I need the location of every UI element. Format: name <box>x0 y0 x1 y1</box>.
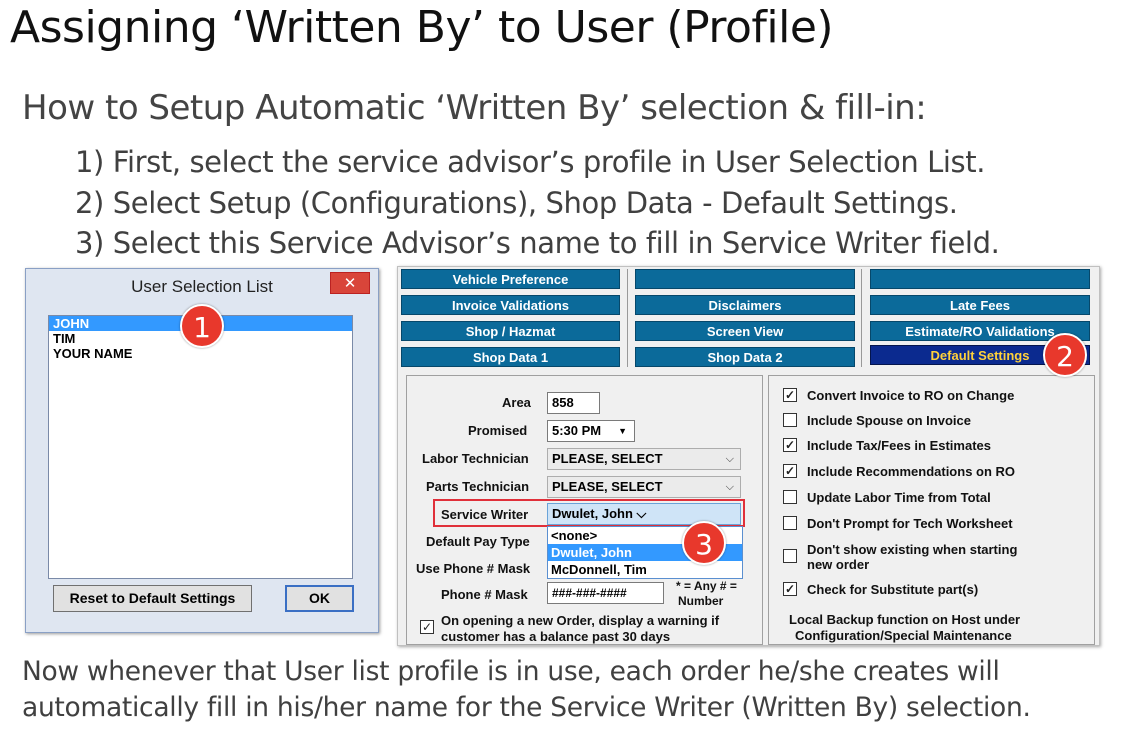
tab-divider <box>627 269 628 367</box>
checkbox-unchecked[interactable] <box>783 516 797 530</box>
user-list[interactable]: JOHN TIM YOUR NAME <box>48 315 353 579</box>
option-label: Don't show existing when starting <box>807 542 1018 557</box>
option-label: Include Tax/Fees in Estimates <box>807 438 991 453</box>
ok-button[interactable]: OK <box>285 585 354 612</box>
phone-mask-label: Phone # Mask <box>441 587 528 602</box>
labor-technician-label: Labor Technician <box>422 451 529 466</box>
phone-mask-input[interactable]: ###-###-#### <box>547 582 664 604</box>
backup-note: Local Backup function on Host under <box>789 612 1021 627</box>
service-writer-value: Dwulet, John <box>552 506 633 521</box>
promised-label: Promised <box>468 423 528 438</box>
tab-shop-data-1[interactable]: Shop Data 1 <box>401 347 620 367</box>
dropdown-arrow-icon: ▼ <box>618 426 627 436</box>
option-label: Check for Substitute part(s) <box>807 582 979 597</box>
slide-footer: Now whenever that User list profile is i… <box>22 654 1031 726</box>
option-label: Update Labor Time from Total <box>807 490 991 505</box>
step-item: 3) Select this Service Advisor’s name to… <box>75 226 1000 260</box>
settings-panel: Vehicle Preference Invoice Validations S… <box>397 266 1100 646</box>
balance-warning-label: customer has a balance past 30 days <box>441 629 671 644</box>
parts-technician-label: Parts Technician <box>426 479 530 494</box>
footer-line: automatically fill in his/her name for t… <box>22 692 1031 723</box>
tab-disclaimers[interactable]: Disclaimers <box>635 295 855 315</box>
phone-mask-hint: * = Any # = <box>676 579 737 593</box>
reset-defaults-button[interactable]: Reset to Default Settings <box>53 585 252 612</box>
close-button[interactable]: ✕ <box>330 272 370 294</box>
phone-mask-hint: Number <box>678 594 724 608</box>
step-item: 1) First, select the service advisor’s p… <box>75 145 986 179</box>
tab-screen-view[interactable]: Screen View <box>635 321 855 341</box>
chevron-down-icon: ⌵ <box>636 506 647 521</box>
step-badge-1: 1 <box>180 304 224 348</box>
tab-divider <box>861 269 862 367</box>
default-pay-type-label: Default Pay Type <box>426 534 530 549</box>
slide-subtitle: How to Setup Automatic ‘Written By’ sele… <box>22 88 927 128</box>
labor-technician-select[interactable]: PLEASE, SELECT ⌵ <box>547 448 741 470</box>
area-input[interactable]: 858 <box>547 392 600 414</box>
use-phone-mask-label: Use Phone # Mask <box>416 561 531 576</box>
option-label: Include Spouse on Invoice <box>807 413 971 428</box>
backup-note: Configuration/Special Maintenance <box>795 628 1012 643</box>
option-label: Include Recommendations on RO <box>807 464 1016 479</box>
area-label: Area <box>502 395 531 410</box>
step-item: 2) Select Setup (Configurations), Shop D… <box>75 185 958 220</box>
option-label: Don't Prompt for Tech Worksheet <box>807 516 1013 531</box>
balance-warning-label: On opening a new Order, display a warnin… <box>441 613 720 628</box>
checkbox-checked[interactable]: ✓ <box>783 582 797 596</box>
chevron-down-icon: ⌵ <box>725 453 734 465</box>
user-list-item[interactable]: YOUR NAME <box>49 346 352 361</box>
checkbox-unchecked[interactable] <box>783 549 797 563</box>
window-titlebar: User Selection List ✕ <box>26 269 378 303</box>
chevron-down-icon: ⌵ <box>725 481 734 493</box>
option-label: new order <box>807 557 870 572</box>
tab-late-fees[interactable]: Late Fees <box>870 295 1090 315</box>
step-badge-2: 2 <box>1043 333 1087 377</box>
checkbox-unchecked[interactable] <box>783 490 797 504</box>
dropdown-option[interactable]: McDonnell, Tim <box>548 561 742 578</box>
checkbox-unchecked[interactable] <box>783 413 797 427</box>
balance-warning-checkbox[interactable]: ✓ <box>420 620 434 634</box>
promised-time-input[interactable]: 5:30 PM ▼ <box>547 420 635 442</box>
options-group: ✓ Convert Invoice to RO on Change Includ… <box>768 375 1095 645</box>
defaults-group: Area 858 Promised 5:30 PM ▼ Labor Techni… <box>406 375 763 645</box>
tab-blank[interactable] <box>635 269 855 289</box>
service-writer-label: Service Writer <box>441 507 529 522</box>
option-label: Convert Invoice to RO on Change <box>807 388 1015 403</box>
promised-value: 5:30 PM <box>552 423 602 438</box>
parts-technician-value: PLEASE, SELECT <box>552 479 663 494</box>
slide-title: Assigning ‘Written By’ to User (Profile) <box>10 2 834 53</box>
steps-list: 1) First, select the service advisor’s p… <box>75 145 1000 267</box>
tab-shop-data-2[interactable]: Shop Data 2 <box>635 347 855 367</box>
checkbox-checked[interactable]: ✓ <box>783 388 797 402</box>
window-title: User Selection List <box>131 277 273 296</box>
tab-shop-hazmat[interactable]: Shop / Hazmat <box>401 321 620 341</box>
step-badge-3: 3 <box>682 521 726 565</box>
tab-blank[interactable] <box>870 269 1090 289</box>
parts-technician-select[interactable]: PLEASE, SELECT ⌵ <box>547 476 741 498</box>
checkbox-checked[interactable]: ✓ <box>783 464 797 478</box>
footer-line: Now whenever that User list profile is i… <box>22 656 1000 687</box>
checkbox-checked[interactable]: ✓ <box>783 438 797 452</box>
tab-vehicle-preference[interactable]: Vehicle Preference <box>401 269 620 289</box>
labor-technician-value: PLEASE, SELECT <box>552 451 663 466</box>
tab-invoice-validations[interactable]: Invoice Validations <box>401 295 620 315</box>
